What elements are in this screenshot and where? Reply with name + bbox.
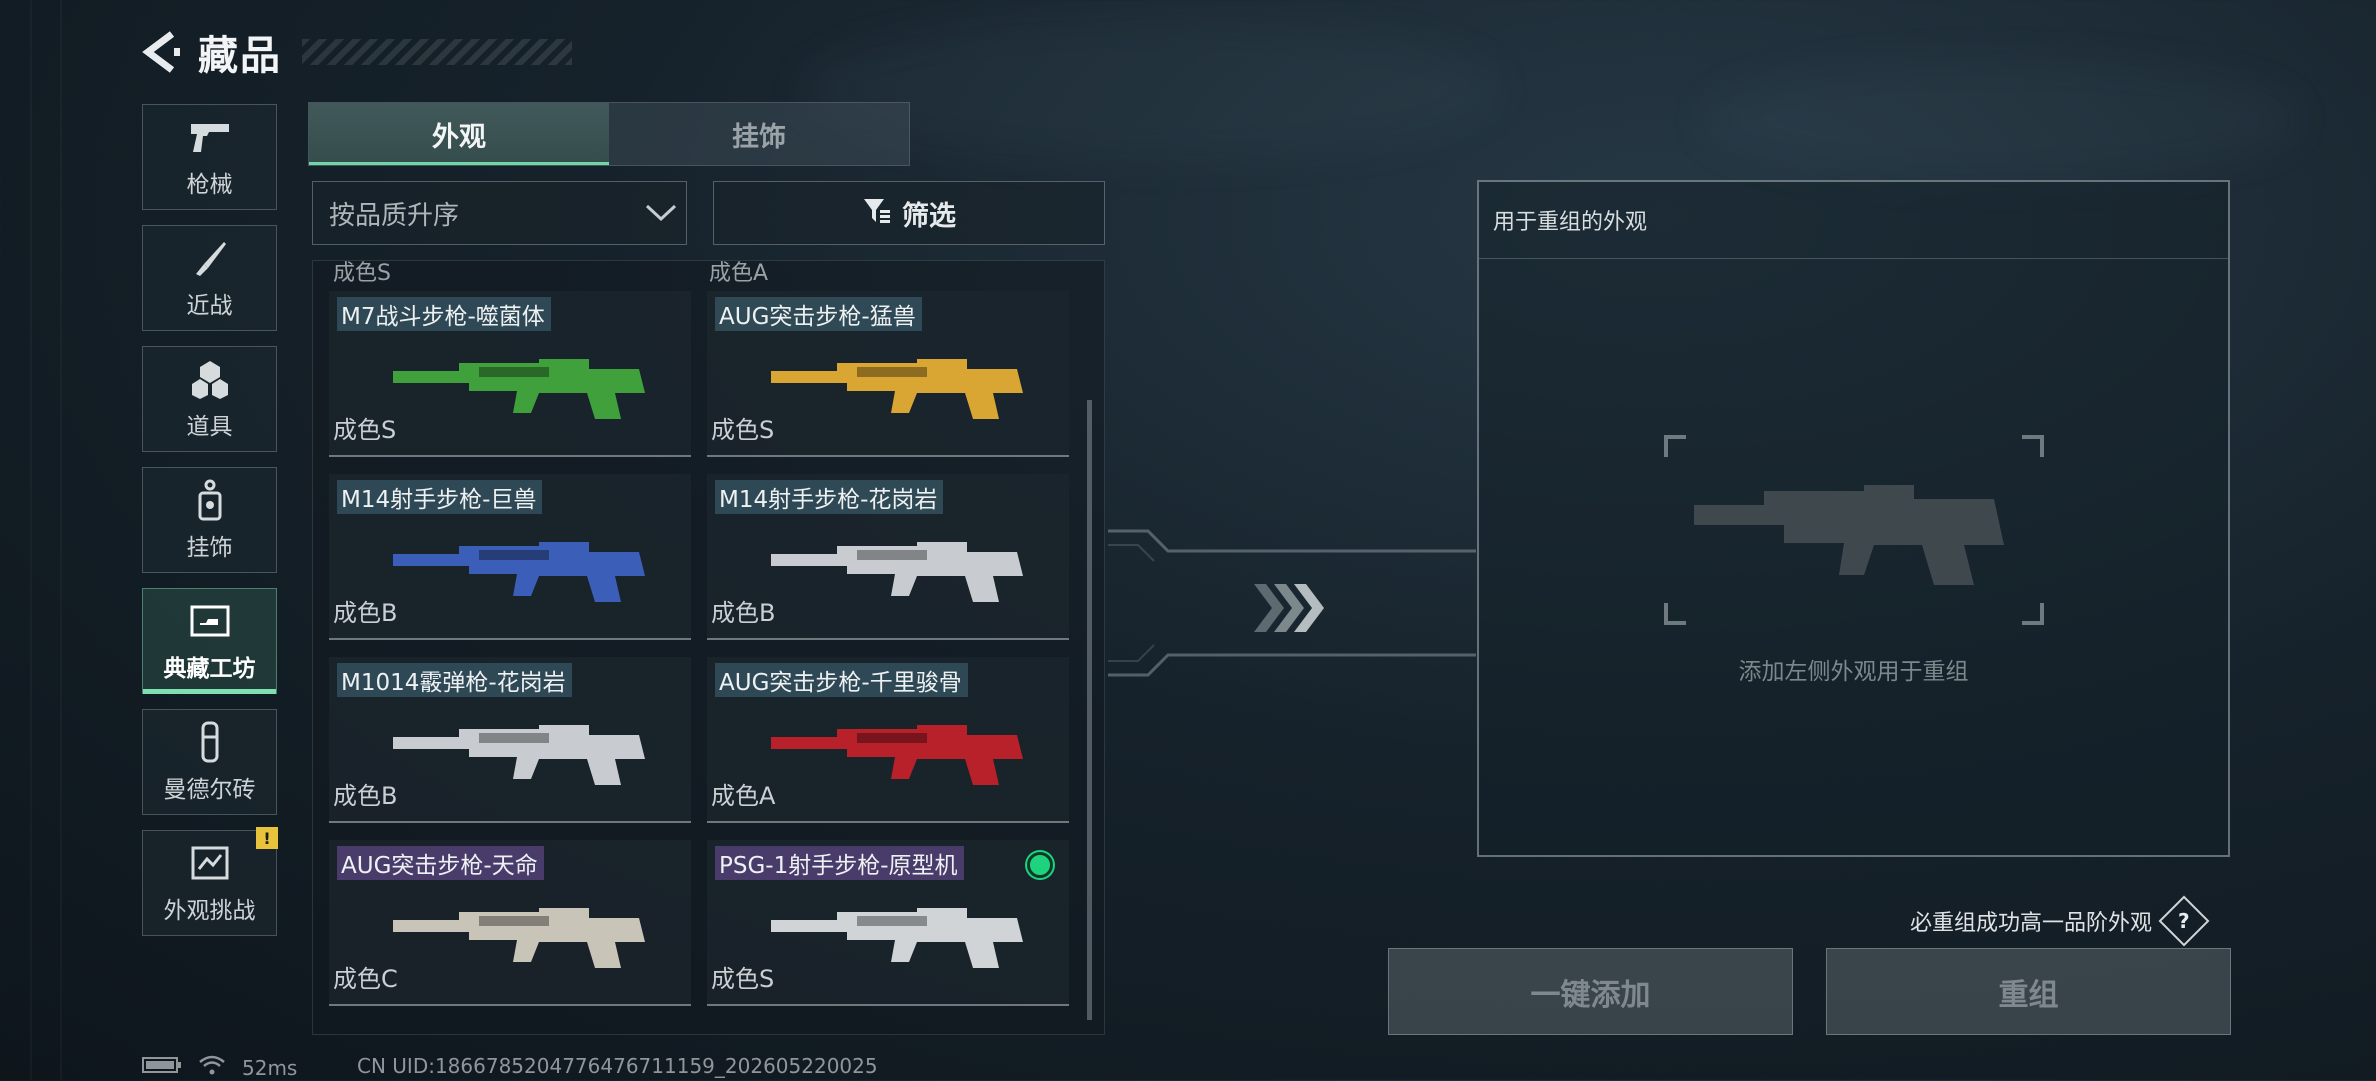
skin-card[interactable]: M1014霰弹枪-花岗岩成色B [329, 657, 691, 823]
sidebar-item-melee[interactable]: 近战 [142, 225, 277, 331]
wifi-icon [198, 1054, 226, 1081]
recombine-note: 必重组成功高一品阶外观 ? [1910, 895, 2210, 947]
tab-charms[interactable]: 挂饰 [609, 103, 909, 165]
weapon-skin-image [393, 725, 645, 785]
recombine-panel: 用于重组的外观 添加左侧外观用于重组 [1477, 180, 2230, 857]
sidebar-item-label: 道具 [186, 414, 233, 440]
weapon-skin-image [393, 908, 645, 968]
sidebar-item-skin-challenge[interactable]: ! 外观挑战 [142, 827, 278, 936]
sidebar-item-charms[interactable]: 挂饰 [142, 467, 277, 573]
sidebar-item-label: 曼德尔砖 [163, 777, 256, 803]
skin-card[interactable]: M14射手步枪-花岗岩成色B [707, 474, 1069, 640]
recombine-note-text: 必重组成功高一品阶外观 [1910, 911, 2153, 936]
weapon-skin-image [393, 359, 645, 419]
help-icon-glyph: ? [2178, 908, 2190, 933]
ping-value: 52ms [242, 1055, 298, 1080]
sort-dropdown[interactable]: 按品质升序 [312, 181, 687, 245]
skin-card-grade: 成色A [711, 782, 776, 810]
weapon-skin-image [771, 908, 1023, 968]
skin-card[interactable]: AUG突击步枪-天命成色C [329, 840, 691, 1006]
brick-icon [188, 720, 232, 764]
skin-card-grade: 成色B [333, 782, 398, 810]
skin-card-name: M14射手步枪-花岗岩 [715, 480, 944, 514]
skin-card-grade: 成色S [333, 416, 397, 444]
workshop-icon [188, 599, 232, 643]
skin-card-name: PSG-1射手步枪-原型机 [715, 846, 964, 880]
weapon-skin-image [771, 725, 1023, 785]
skin-card-grade: 成色S [711, 965, 775, 993]
chevron-down-icon [636, 203, 686, 223]
skin-card-name: M7战斗步枪-噬菌体 [337, 297, 551, 331]
skin-card-name: M14射手步枪-巨兽 [337, 480, 543, 514]
status-bar: 52ms [142, 1054, 297, 1081]
sidebar-item-items[interactable]: 道具 [142, 346, 277, 452]
skin-card-name: M1014霰弹枪-花岗岩 [337, 663, 572, 697]
add-all-button[interactable]: 一键添加 [1388, 948, 1793, 1035]
challenge-icon [188, 841, 232, 885]
skin-card[interactable]: M14射手步枪-巨兽成色B [329, 474, 691, 640]
filter-label: 筛选 [902, 200, 956, 232]
sidebar-item-label: 挂饰 [186, 535, 233, 561]
skin-card-grade: 成色B [711, 599, 776, 627]
filter-button[interactable]: 筛选 [713, 181, 1105, 245]
skin-card-name: AUG突击步枪-猛兽 [715, 297, 922, 331]
sidebar-item-label: 近战 [186, 293, 233, 319]
title-decoration [302, 39, 572, 65]
sidebar-item-mandel-brick[interactable]: 曼德尔砖 [142, 709, 277, 815]
bg-stripe [30, 0, 32, 1080]
grid-scrollbar[interactable] [1087, 400, 1092, 1020]
skin-card[interactable]: M7战斗步枪-噬菌体成色S [329, 291, 691, 457]
recombine-button[interactable]: 重组 [1826, 948, 2231, 1035]
weapon-skin-image [771, 542, 1023, 602]
weapon-skin-image [393, 542, 645, 602]
bg-stripe [60, 0, 62, 1080]
page-title: 藏品 [198, 33, 282, 79]
skin-card-grade: 成色S [711, 416, 775, 444]
pistol-icon [188, 115, 232, 159]
sidebar-item-label: 外观挑战 [163, 898, 256, 924]
battery-icon [142, 1055, 182, 1080]
recombine-hint: 添加左侧外观用于重组 [1738, 659, 1969, 685]
skin-card-name: AUG突击步枪-天命 [337, 846, 544, 880]
skin-grid: 成色S 成色A M7战斗步枪-噬菌体 成色S AUG突击步枪-猛兽 成色S M14射手步… [312, 260, 1105, 1035]
charm-icon [188, 478, 232, 522]
skin-card-grade: 成色C [333, 965, 398, 993]
sidebar-item-guns[interactable]: 枪械 [142, 104, 277, 210]
skin-card[interactable]: PSG-1射手步枪-原型机成色S [707, 840, 1069, 1006]
skin-card-name: AUG突击步枪-千里骏骨 [715, 663, 968, 697]
sidebar-item-label: 典藏工坊 [163, 656, 256, 682]
knife-icon [188, 236, 232, 280]
card-grade: 成色S [333, 261, 391, 286]
skin-card[interactable]: AUG突击步枪-猛兽成色S [707, 291, 1069, 457]
skin-card[interactable]: AUG突击步枪-千里骏骨成色A [707, 657, 1069, 823]
sidebar-item-workshop[interactable]: 典藏工坊 [142, 588, 277, 694]
filter-icon [862, 196, 892, 230]
card-grade: 成色A [709, 261, 769, 286]
category-sidebar: 枪械 近战 道具 挂饰 典藏工坊 曼德尔砖 ! 外观挑战 [142, 104, 279, 951]
back-arrow-icon[interactable] [140, 28, 184, 76]
alert-badge: ! [256, 827, 278, 849]
grenade-icon [188, 357, 232, 401]
tab-appearance[interactable]: 外观 [309, 103, 609, 165]
partial-row: 成色S 成色A [313, 261, 1104, 287]
weapon-skin-image [771, 359, 1023, 419]
page-header: 藏品 [140, 22, 572, 82]
recombine-panel-title: 用于重组的外观 [1479, 182, 2228, 259]
sidebar-item-label: 枪械 [186, 172, 233, 198]
bg-texture [1700, 60, 2300, 180]
empty-slot-rifle-icon[interactable] [1664, 435, 2044, 625]
forward-arrows-icon [1254, 584, 1324, 632]
sort-dropdown-value: 按品质升序 [329, 200, 460, 231]
tab-bar: 外观 挂饰 [308, 102, 910, 166]
help-icon[interactable]: ? [2158, 895, 2210, 947]
user-uid: CN UID:1866785204776476711159_2026052200… [357, 1054, 878, 1078]
skin-card-grade: 成色B [333, 599, 398, 627]
equipped-indicator-icon [1027, 852, 1053, 878]
